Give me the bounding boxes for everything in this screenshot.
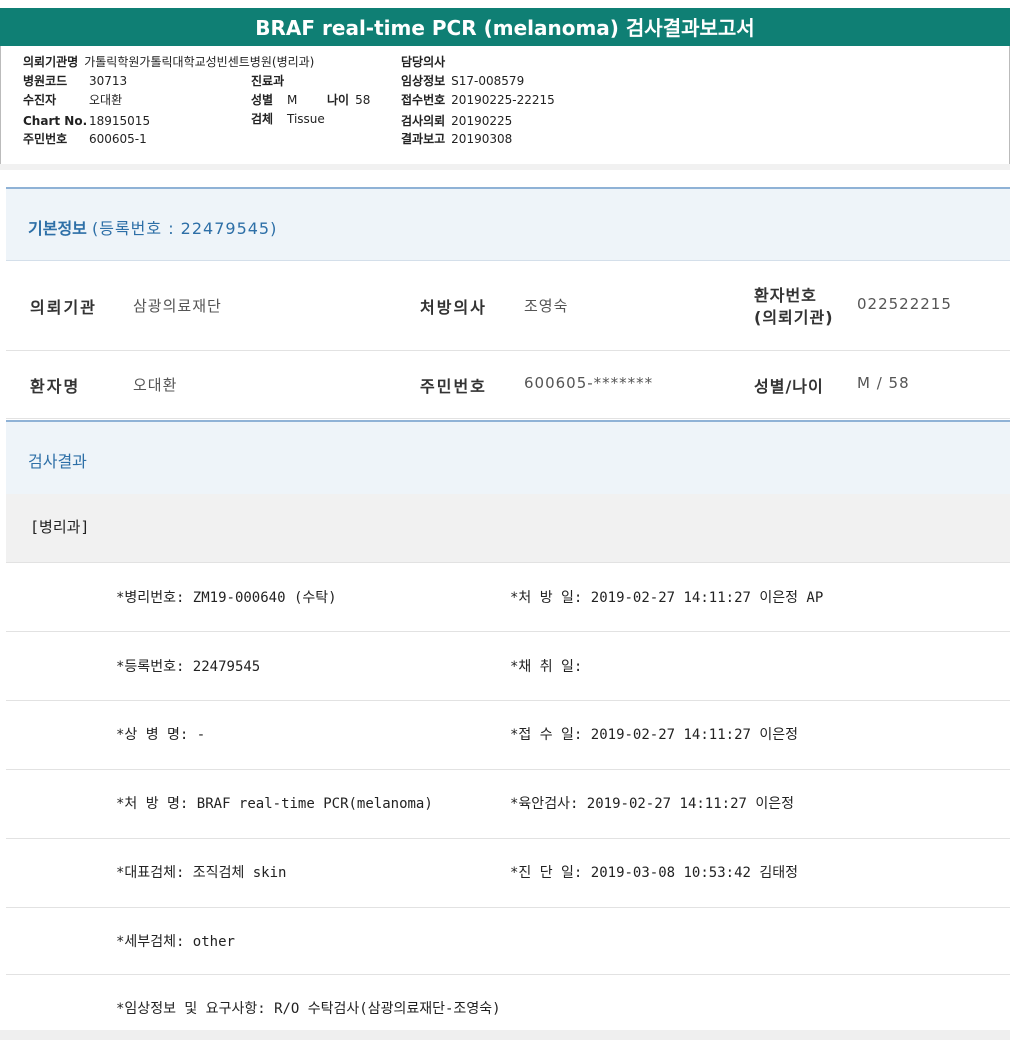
institution-value: 삼광의료재단	[133, 297, 222, 315]
header-field-hospital-code: 병원코드 30713	[23, 72, 127, 91]
rrn-label: 주민번호	[420, 377, 487, 396]
header-field-rrn: 주민번호 600605-1	[23, 130, 147, 149]
field-label: Chart No.	[23, 114, 88, 128]
field-label: 검사의뢰	[401, 114, 446, 128]
doctor-value: 조영숙	[524, 297, 569, 315]
field-value: 600605-1	[89, 132, 147, 146]
result-left: *세부검체: other	[116, 934, 235, 950]
field-value: S17-008579	[451, 74, 525, 88]
header-field-chart-no: Chart No. 18915015	[23, 112, 150, 131]
header-field-institution: 의뢰기관명 가톨릭학원가톨릭대학교성빈센트병원(병리과)	[23, 53, 314, 72]
header-field-patient: 수진자 오대환	[23, 91, 122, 110]
result-row: *임상정보 및 요구사항: R/O 수탁검사(삼광의료재단-조영숙)	[6, 976, 1010, 1030]
field-value: 58	[355, 93, 371, 107]
field-label: 결과보고	[401, 132, 446, 146]
result-right: *처 방 일: 2019-02-27 14:11:27 이은정 AP	[510, 590, 824, 606]
sex-age-label: 성별/나이	[754, 377, 824, 396]
result-left: *임상정보 및 요구사항: R/O 수탁검사(삼광의료재단-조영숙)	[116, 1001, 501, 1017]
field-label: 담당의사	[401, 55, 446, 69]
header-field-age: 나이 58	[327, 91, 370, 110]
result-left: *처 방 명: BRAF real-time PCR(melanoma)	[116, 796, 433, 812]
result-row: *병리번호: ZM19-000640 (수탁) *처 방 일: 2019-02-…	[6, 563, 1010, 632]
result-right: *진 단 일: 2019-03-08 10:53:42 김태정	[510, 865, 798, 881]
basic-info-row-2: 환자명 오대환 주민번호 600605-******* 성별/나이 M / 58	[6, 351, 1010, 419]
field-label: 수진자	[23, 93, 57, 107]
page-bottom-bar	[0, 1030, 1010, 1040]
rrn-value: 600605-*******	[524, 374, 654, 392]
result-right: *접 수 일: 2019-02-27 14:11:27 이은정	[510, 727, 798, 743]
result-row: *처 방 명: BRAF real-time PCR(melanoma) *육안…	[6, 770, 1010, 839]
field-label: 검체	[251, 112, 274, 126]
field-label: 의뢰기관명	[23, 55, 79, 69]
basic-info-heading: 기본정보 (등록번호 : 22479545)	[6, 187, 1010, 261]
result-row: *상 병 명: - *접 수 일: 2019-02-27 14:11:27 이은…	[6, 701, 1010, 770]
field-value: 20190225	[451, 114, 513, 128]
header-field-receipt-no: 접수번호 20190225-22215	[401, 91, 555, 110]
result-left: *등록번호: 22479545	[116, 659, 261, 675]
field-label: 나이	[327, 93, 350, 107]
field-value: 30713	[89, 74, 128, 88]
patient-number-sublabel: (의뢰기관)	[754, 308, 834, 327]
result-right: *육안검사: 2019-02-27 14:11:27 이은정	[510, 796, 795, 812]
department-label: [병리과]	[30, 518, 90, 536]
result-left: *상 병 명: -	[116, 727, 206, 743]
field-value: 가톨릭학원가톨릭대학교성빈센트병원(병리과)	[84, 55, 315, 69]
field-value: M	[287, 93, 298, 107]
doctor-label: 처방의사	[420, 298, 487, 317]
field-label: 접수번호	[401, 93, 446, 107]
field-value: 20190225-22215	[451, 93, 555, 107]
section-gap	[0, 164, 1010, 170]
registration-number: (등록번호 : 22479545)	[91, 219, 278, 238]
header-field-clinical-info: 임상정보 S17-008579	[401, 72, 524, 91]
field-label: 주민번호	[23, 132, 68, 146]
field-value: Tissue	[287, 112, 325, 126]
result-left: *병리번호: ZM19-000640 (수탁)	[116, 590, 337, 606]
result-heading: 검사결과	[6, 420, 1010, 495]
result-row: *세부검체: other	[6, 908, 1010, 975]
header-field-report-date: 결과보고 20190308	[401, 130, 512, 149]
field-value: 오대환	[89, 93, 123, 107]
institution-label: 의뢰기관	[30, 298, 97, 317]
report-header: 의뢰기관명 가톨릭학원가톨릭대학교성빈센트병원(병리과) 병원코드 30713 수진…	[0, 46, 1010, 166]
patient-name-value: 오대환	[133, 376, 178, 394]
result-row: *대표검체: 조직검체 skin *진 단 일: 2019-03-08 10:5…	[6, 839, 1010, 908]
basic-info-row-1: 의뢰기관 삼광의료재단 처방의사 조영숙 환자번호 (의뢰기관) 0225222…	[6, 261, 1010, 351]
result-right: *채 취 일:	[510, 659, 583, 675]
header-field-department: 진료과	[251, 72, 290, 91]
field-label: 임상정보	[401, 74, 446, 88]
header-field-request-date: 검사의뢰 20190225	[401, 112, 512, 131]
result-title: 검사결과	[28, 452, 87, 471]
field-label: 병원코드	[23, 74, 68, 88]
field-label: 진료과	[251, 74, 285, 88]
header-field-attending-doctor: 담당의사	[401, 53, 451, 72]
field-value: 18915015	[89, 114, 151, 128]
report-title: BRAF real-time PCR (melanoma) 검사결과보고서	[0, 8, 1010, 46]
patient-name-label: 환자명	[30, 377, 81, 396]
patient-number-value: 022522215	[857, 295, 952, 313]
header-field-sex: 성별 M	[251, 91, 297, 110]
result-left: *대표검체: 조직검체 skin	[116, 865, 287, 881]
field-label: 성별	[251, 93, 274, 107]
sex-age-value: M / 58	[857, 374, 910, 392]
result-row: *등록번호: 22479545 *채 취 일:	[6, 632, 1010, 701]
department-row: [병리과]	[6, 494, 1010, 563]
field-value: 20190308	[451, 132, 513, 146]
patient-number-label: 환자번호	[754, 286, 817, 305]
basic-info-title: 기본정보	[28, 219, 87, 238]
header-field-specimen: 검체 Tissue	[251, 110, 325, 129]
